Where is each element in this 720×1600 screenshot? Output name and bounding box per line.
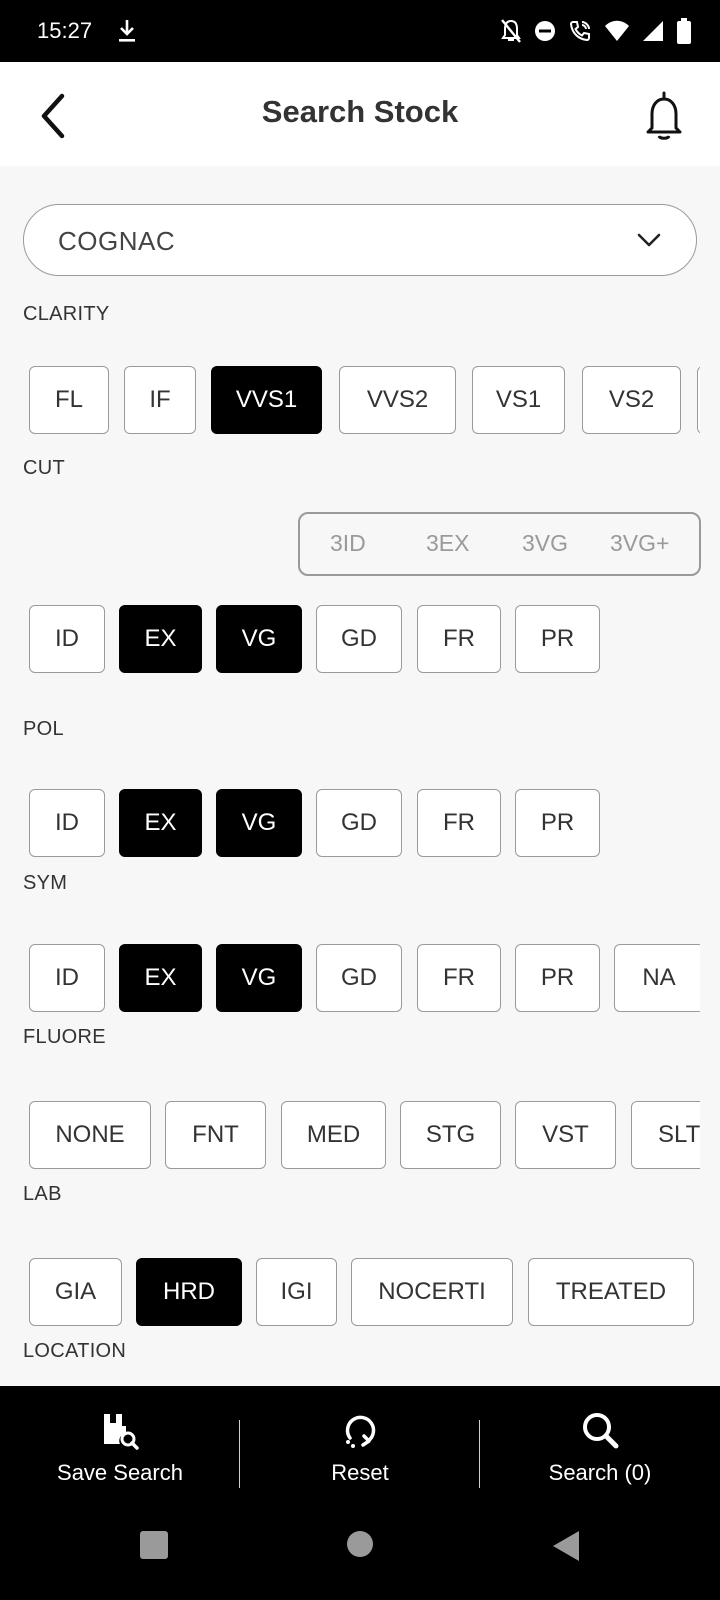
cut-chip-fr[interactable]: FR	[417, 605, 501, 673]
cut-quick-3vg[interactable]: 3VG	[522, 530, 568, 557]
cut-quick-3ex[interactable]: 3EX	[426, 530, 469, 557]
pol-options: ID EX VG GD FR PR	[29, 789, 700, 857]
sym-chip-fr[interactable]: FR	[417, 944, 501, 1012]
cut-options: ID EX VG GD FR PR	[29, 605, 700, 673]
sym-chip-id[interactable]: ID	[29, 944, 105, 1012]
save-search-icon	[104, 1414, 139, 1450]
pol-label: POL	[23, 718, 64, 740]
fluore-chip-none[interactable]: NONE	[29, 1101, 151, 1169]
bottom-action-bar: Save Search Reset Search (0)	[0, 1386, 720, 1600]
pol-chip-id[interactable]: ID	[29, 789, 105, 857]
fluore-chip-slt[interactable]: SLT	[631, 1101, 700, 1169]
clarity-chip-fl[interactable]: FL	[29, 366, 109, 434]
notifications-off-icon	[501, 19, 521, 43]
cut-chip-vg[interactable]: VG	[216, 605, 302, 673]
lab-chip-nocerti[interactable]: NOCERTI	[351, 1258, 513, 1326]
location-label: LOCATION	[23, 1340, 127, 1362]
sym-chip-pr[interactable]: PR	[515, 944, 600, 1012]
clarity-label: CLARITY	[23, 303, 110, 325]
cut-label: CUT	[23, 457, 66, 479]
fluore-chip-med[interactable]: MED	[281, 1101, 386, 1169]
sym-chip-ex[interactable]: EX	[119, 944, 202, 1012]
wifi-calling-icon	[569, 21, 590, 42]
sym-options: ID EX VG GD FR PR NA	[29, 944, 700, 1012]
wifi-icon	[605, 20, 629, 41]
lab-chip-hrd[interactable]: HRD	[136, 1258, 242, 1326]
cut-chip-ex[interactable]: EX	[119, 605, 202, 673]
lab-label: LAB	[23, 1183, 62, 1205]
clarity-chip-vvs1[interactable]: VVS1	[211, 366, 322, 434]
fluore-options: NONE FNT MED STG VST SLT	[29, 1101, 700, 1169]
pol-chip-ex[interactable]: EX	[119, 789, 202, 857]
pol-chip-pr[interactable]: PR	[515, 789, 600, 857]
save-search-button[interactable]: Save Search	[30, 1410, 210, 1502]
sym-label: SYM	[23, 872, 68, 894]
clarity-options: FL IF VVS1 VVS2 VS1 VS2	[29, 366, 700, 434]
lab-options: GIA HRD IGI NOCERTI TREATED	[29, 1258, 700, 1326]
sym-chip-na[interactable]: NA	[614, 944, 700, 1012]
search-form: COGNAC CLARITY FL IF VVS1 VVS2 VS1 VS2 C…	[0, 166, 720, 1386]
lab-chip-gia[interactable]: GIA	[29, 1258, 122, 1326]
recents-square-icon[interactable]	[139, 1530, 169, 1560]
cut-quick-3id[interactable]: 3ID	[330, 530, 366, 557]
reset-button[interactable]: Reset	[300, 1410, 420, 1502]
fluore-chip-vst[interactable]: VST	[515, 1101, 616, 1169]
chevron-down-icon	[637, 233, 661, 247]
sym-chip-vg[interactable]: VG	[216, 944, 302, 1012]
download-icon	[119, 20, 135, 42]
clarity-chip-more[interactable]	[697, 366, 700, 434]
sym-chip-gd[interactable]: GD	[316, 944, 402, 1012]
battery-icon	[677, 18, 691, 44]
action-divider	[239, 1420, 240, 1488]
search-icon	[583, 1413, 619, 1449]
clarity-chip-vs1[interactable]: VS1	[472, 366, 565, 434]
search-label: Search (0)	[548, 1460, 652, 1485]
home-circle-icon[interactable]	[346, 1530, 374, 1558]
do-not-disturb-icon	[535, 21, 555, 41]
save-search-label: Save Search	[57, 1460, 183, 1485]
cut-chip-pr[interactable]: PR	[515, 605, 600, 673]
reset-icon	[345, 1415, 376, 1448]
app-bar: Search Stock	[0, 62, 720, 166]
bell-icon[interactable]	[642, 90, 686, 142]
fluore-chip-fnt[interactable]: FNT	[165, 1101, 266, 1169]
reset-label: Reset	[331, 1460, 389, 1485]
lab-chip-treated[interactable]: TREATED	[528, 1258, 694, 1326]
pol-chip-vg[interactable]: VG	[216, 789, 302, 857]
signal-icon	[643, 21, 663, 41]
status-bar: 15:27	[0, 0, 720, 62]
shape-dropdown-value: COGNAC	[58, 226, 176, 256]
cut-chip-gd[interactable]: GD	[316, 605, 402, 673]
lab-chip-igi[interactable]: IGI	[256, 1258, 337, 1326]
clarity-chip-vvs2[interactable]: VVS2	[339, 366, 456, 434]
back-triangle-icon[interactable]	[552, 1530, 580, 1562]
status-time: 15:27	[37, 18, 93, 43]
fluore-chip-stg[interactable]: STG	[400, 1101, 501, 1169]
clarity-chip-if[interactable]: IF	[124, 366, 196, 434]
fluore-label: FLUORE	[23, 1026, 106, 1048]
search-button[interactable]: Search (0)	[530, 1410, 670, 1502]
pol-chip-gd[interactable]: GD	[316, 789, 402, 857]
shape-dropdown[interactable]: COGNAC	[23, 204, 697, 276]
action-divider	[479, 1420, 480, 1488]
cut-quick-select: 3ID 3EX 3VG 3VG+	[298, 512, 701, 576]
cut-chip-id[interactable]: ID	[29, 605, 105, 673]
status-icons	[500, 18, 692, 44]
pol-chip-fr[interactable]: FR	[417, 789, 501, 857]
page-title: Search Stock	[261, 94, 459, 129]
clarity-chip-vs2[interactable]: VS2	[582, 366, 681, 434]
cut-quick-3vgplus[interactable]: 3VG+	[610, 530, 669, 557]
